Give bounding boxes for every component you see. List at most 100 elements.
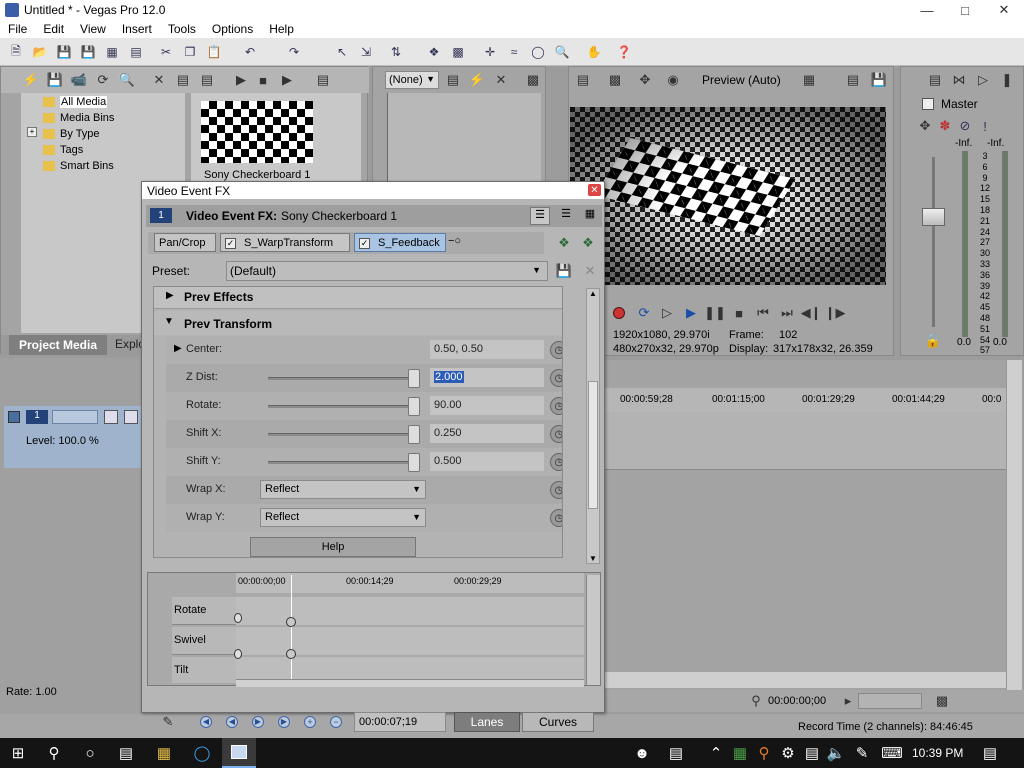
track-fx-icon[interactable] [124, 410, 138, 424]
play-icon[interactable]: ▶ [683, 305, 699, 321]
next-frame-icon[interactable]: ❙▶ [825, 305, 846, 321]
z-dist-keyframe-icon[interactable]: ◷ [550, 369, 562, 387]
shift-x-value[interactable]: 0.250 [430, 424, 544, 443]
pause-icon[interactable]: ❚❚ [704, 305, 726, 321]
go-to-end-icon[interactable]: ⏭ [779, 305, 795, 321]
save-icon[interactable]: 💾 [56, 44, 72, 60]
cut-icon[interactable]: ✂ [158, 44, 174, 60]
add-keyframe-icon[interactable]: + [304, 716, 316, 728]
browser-icon[interactable]: ◯ [192, 743, 212, 763]
help-pointer-icon[interactable]: ❓ [616, 44, 632, 60]
save-preset-icon[interactable]: 💾 [556, 263, 572, 279]
keyframe-marker[interactable] [286, 617, 296, 627]
undo-icon[interactable]: ↶ [242, 44, 258, 60]
save-snapshot-icon[interactable]: 💾 [871, 72, 887, 88]
scroll-up-icon[interactable]: ▲ [589, 289, 597, 298]
task-view-icon[interactable]: ▤ [116, 743, 136, 763]
wrap-y-dropdown[interactable]: Reflect ▼ [260, 508, 426, 527]
first-keyframe-icon[interactable]: ◀ [200, 716, 212, 728]
track-expand-icon[interactable] [8, 411, 20, 423]
refresh-icon[interactable]: ⟳ [95, 72, 111, 88]
close-icon[interactable]: ✕ [588, 184, 601, 196]
keyframe-marker[interactable] [234, 649, 242, 659]
shift-y-slider-thumb[interactable] [408, 453, 420, 472]
trimmer-combo[interactable]: (None) ▼ [385, 71, 439, 89]
plugin-chain-icon[interactable]: ❖ [556, 235, 572, 251]
video-track-header[interactable]: 1 Level: 100.0 % [4, 406, 146, 468]
sync-cursor-icon[interactable]: ✎ [160, 714, 176, 730]
tree-item-by-type[interactable]: By Type [43, 127, 100, 141]
tray-search-icon[interactable]: ⚲ [754, 743, 774, 763]
volume-icon[interactable]: 🔈 [826, 743, 846, 763]
timeline-hscroll[interactable] [604, 672, 1006, 688]
selection-tool-icon[interactable]: ◯ [530, 44, 546, 60]
preview-mode-dropdown[interactable]: Preview (Auto) [702, 73, 781, 87]
media-fx-icon[interactable]: ▤ [199, 72, 215, 88]
delete-keyframe-icon[interactable]: − [330, 716, 342, 728]
timeline-vscroll[interactable] [1006, 360, 1022, 690]
trimmer-view-icon[interactable]: ▩ [525, 72, 541, 88]
shift-y-value[interactable]: 0.500 [430, 452, 544, 471]
video-track-lane[interactable] [604, 412, 1010, 470]
tree-item-all-media[interactable]: All Media [43, 95, 108, 109]
vegas-taskbar-button[interactable] [222, 738, 256, 768]
search-icon[interactable]: 🔍 [119, 72, 135, 88]
shift-y-keyframe-icon[interactable]: ◷ [550, 453, 562, 471]
chain-item-pan-crop[interactable]: Pan/Crop [154, 233, 216, 252]
menu-tools[interactable]: Tools [160, 22, 204, 36]
record-icon[interactable] [613, 307, 625, 319]
menu-edit[interactable]: Edit [35, 22, 72, 36]
play-from-start-icon[interactable]: ▷ [659, 305, 675, 321]
keyboard-icon[interactable]: ⌨ [881, 743, 903, 763]
rotate-keyframe-icon[interactable]: ◷ [550, 397, 562, 415]
zoom-tool-icon[interactable]: 🔍 [554, 44, 570, 60]
shift-y-slider[interactable] [268, 461, 420, 464]
help-button[interactable]: Help [250, 537, 416, 557]
open-icon[interactable]: 📂 [32, 44, 48, 60]
tree-item-media-bins[interactable]: Media Bins [43, 111, 114, 125]
play-icon[interactable]: ▶ [233, 72, 249, 88]
keyframe-marker[interactable] [286, 649, 296, 659]
copy-icon[interactable]: ❐ [182, 44, 198, 60]
render-icon[interactable]: ▦ [104, 44, 120, 60]
paste-icon[interactable]: 📋 [206, 44, 222, 60]
chain-item-feedback[interactable]: ✓ S_Feedback [354, 233, 446, 252]
envelope-tool-icon[interactable]: ⇲ [358, 44, 374, 60]
lanes-button[interactable]: Lanes [454, 712, 520, 732]
people-icon[interactable]: ☻ [632, 743, 652, 763]
menu-options[interactable]: Options [204, 22, 261, 36]
import-media-icon[interactable]: 💾 [47, 72, 63, 88]
center-value[interactable]: 0.50, 0.50 [430, 340, 544, 359]
enable-snapping-icon[interactable]: ✛ [482, 44, 498, 60]
minimize-icon[interactable]: — [908, 0, 946, 20]
file-explorer-icon[interactable]: ▦ [154, 743, 174, 763]
kf-playhead[interactable] [291, 575, 292, 687]
remove-plugin-icon[interactable]: ❖ [580, 235, 596, 251]
tree-item-smart-bins[interactable]: Smart Bins [43, 159, 114, 173]
tray-misc-icon[interactable]: ⚙ [778, 743, 798, 763]
expand-arrow-icon[interactable]: ▶ [174, 343, 182, 354]
keyframe-time-field[interactable]: 00:00:07;19 [354, 712, 446, 732]
kf-vscroll[interactable] [586, 575, 600, 685]
tray-chevron-icon[interactable]: ⌃ [706, 743, 726, 763]
track-motion-icon[interactable] [104, 410, 118, 424]
center-keyframe-icon[interactable]: ◷ [550, 341, 562, 359]
previous-keyframe-icon[interactable]: ◀ [226, 716, 238, 728]
preview-properties-icon[interactable]: ▤ [575, 72, 591, 88]
menu-view[interactable]: View [72, 22, 114, 36]
delete-preset-icon[interactable]: ✕ [582, 263, 598, 279]
scroll-down-icon[interactable]: ▼ [589, 554, 597, 563]
previous-frame-icon[interactable]: ◀❙ [801, 305, 822, 321]
last-keyframe-icon[interactable]: ▶ [278, 716, 290, 728]
master-mute-icon[interactable]: ⊘ [957, 118, 973, 134]
pen-icon[interactable]: ✎ [852, 743, 872, 763]
mixer-downmix-icon[interactable]: ⋈ [951, 72, 967, 88]
loop-playback-icon[interactable]: ⟳ [636, 305, 652, 321]
shift-x-slider[interactable] [268, 433, 420, 436]
tab-project-media[interactable]: Project Media [9, 335, 108, 355]
rotate-slider[interactable] [268, 405, 420, 408]
lightning-icon[interactable]: ⚡ [23, 72, 39, 88]
stop-icon[interactable]: ■ [731, 305, 747, 321]
notifications-icon[interactable]: ▤ [980, 743, 1000, 763]
view-grid-icon[interactable]: ▦ [580, 207, 600, 225]
